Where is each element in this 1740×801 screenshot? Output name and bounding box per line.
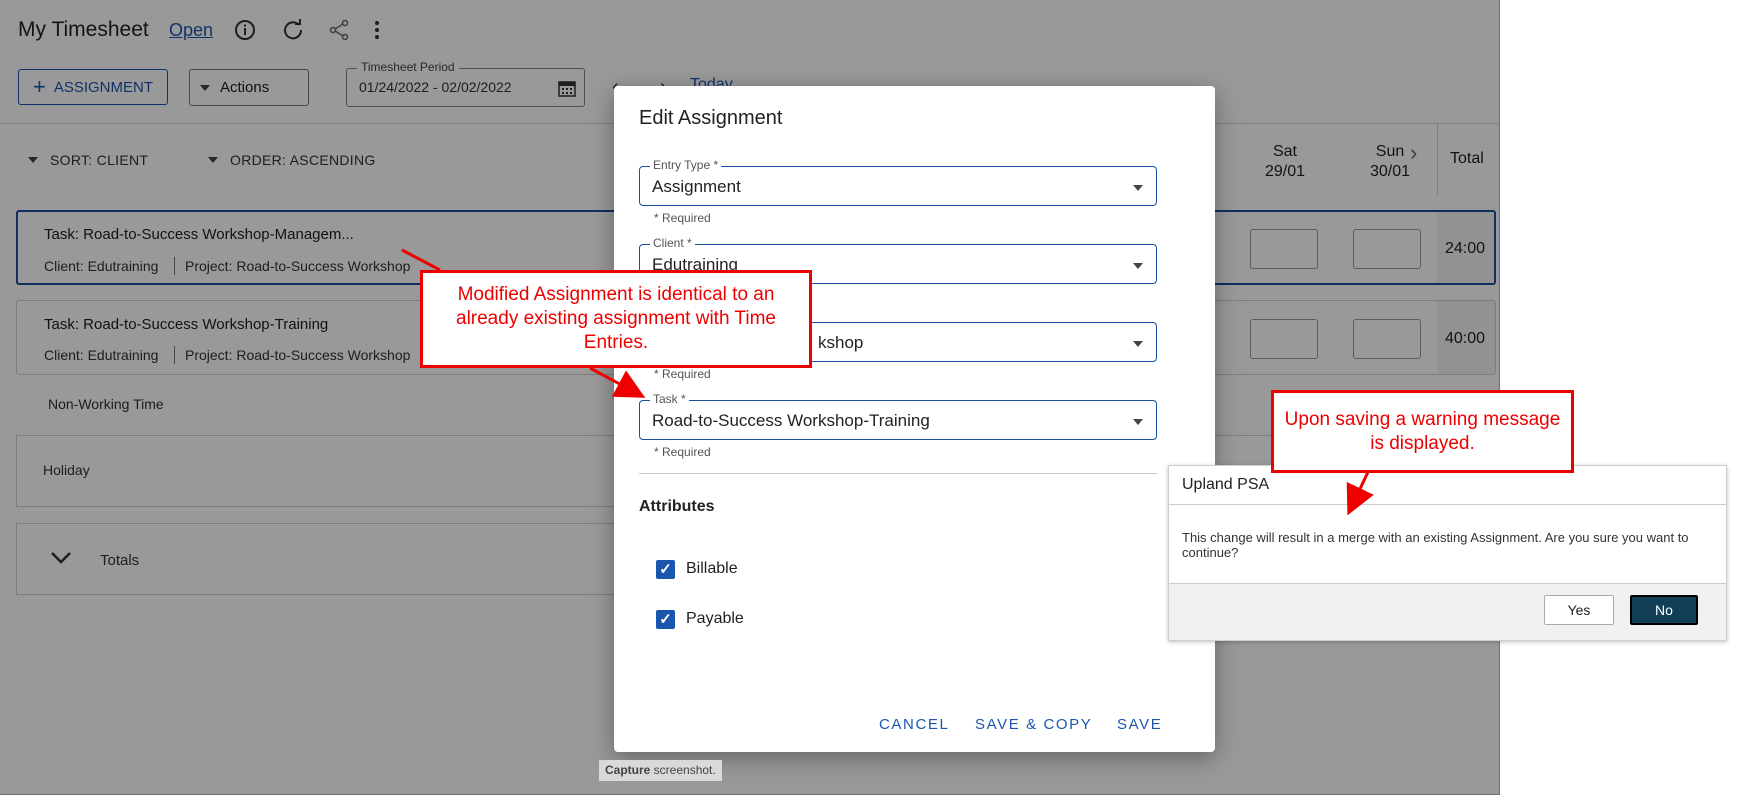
callout-arrow	[1346, 471, 1374, 516]
callout-arrow	[401, 248, 441, 272]
callout-warning-message: Upon saving a warning message is display…	[1271, 390, 1574, 473]
callout-arrow	[589, 366, 646, 398]
callout-duplicate-assignment: Modified Assignment is identical to an a…	[420, 270, 812, 368]
